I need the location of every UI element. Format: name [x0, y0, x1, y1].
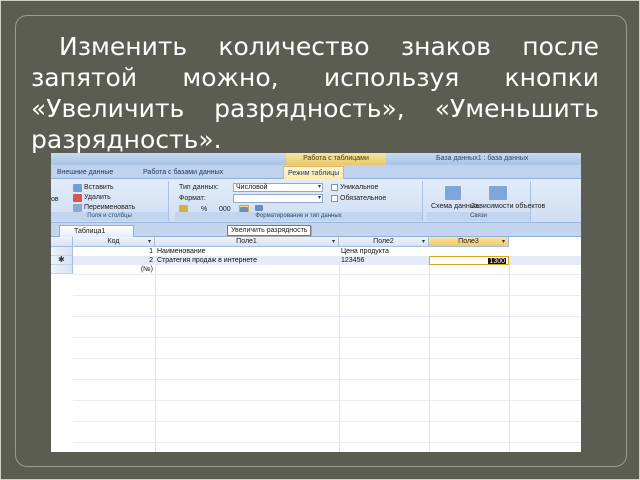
table-icon: [489, 186, 507, 200]
chevron-down-icon: ▾: [501, 239, 505, 245]
rename-icon: [73, 203, 82, 212]
grid-line: [73, 421, 581, 422]
cell-id[interactable]: 2: [73, 256, 155, 265]
doc-tab-table1[interactable]: Таблица1: [59, 225, 134, 237]
fields-group-label: Поля и столбцы: [51, 212, 168, 221]
document-tabs: Таблица1: [51, 223, 581, 237]
cell-new-id[interactable]: (№): [73, 265, 155, 274]
insert-label: Вставить: [84, 184, 114, 191]
relations-group-label: Связи: [427, 212, 530, 221]
grid-line: [73, 316, 581, 317]
chevron-down-icon: ▾: [421, 239, 425, 245]
datasheet-grid: Код ▾ Поле1 ▾ Поле2 ▾ Поле3 ▾ 1 Наименов…: [51, 237, 581, 452]
delete-column-button[interactable]: Удалить: [73, 193, 111, 202]
delete-label: Удалить: [84, 194, 111, 201]
grid-line: [73, 337, 581, 338]
column-header-label: Поле3: [458, 238, 479, 245]
datatype-value: Числовой: [236, 184, 268, 191]
rename-column-button[interactable]: Переименовать: [73, 203, 135, 212]
chevron-down-icon: ▾: [317, 184, 321, 190]
column-header-label: Поле2: [373, 238, 394, 245]
cell-pole2[interactable]: Цена продукта: [339, 247, 429, 256]
cell-pole1[interactable]: Стратегия продаж в интернете: [155, 256, 339, 265]
grid-line: [73, 442, 581, 443]
grid-line: [73, 400, 581, 401]
column-header-pole1[interactable]: Поле1 ▾: [155, 237, 339, 247]
schema-icon: [445, 186, 461, 200]
selected-value: 1300: [488, 258, 506, 265]
dependencies-button[interactable]: [483, 183, 513, 203]
format-label: Формат:: [179, 195, 206, 202]
formatting-group-label: Форматирование и тип данных: [175, 212, 422, 221]
tooltip: Увеличить разрядность: [227, 225, 312, 236]
chevron-down-icon: ▾: [147, 239, 151, 245]
column-header-pole3[interactable]: Поле3 ▾: [429, 237, 509, 247]
rename-label: Переименовать: [84, 204, 136, 211]
column-header-id[interactable]: Код ▾: [73, 237, 155, 247]
context-tab-group: Работа с таблицами: [286, 153, 386, 165]
insert-column-button[interactable]: Вставить: [73, 183, 114, 192]
checkbox-icon: [331, 195, 338, 202]
title-bar: Работа с таблицами База данных1 : база д…: [51, 153, 581, 165]
database-title: База данных1 : база данных: [436, 155, 529, 162]
cell-pole1[interactable]: Наименование: [155, 247, 339, 256]
chevron-down-icon: ▾: [317, 195, 321, 201]
cell-pole2[interactable]: 123456: [339, 256, 429, 265]
new-record-icon: ✱: [58, 255, 65, 264]
cell-pole3-editing[interactable]: 1300: [429, 256, 509, 265]
ribbon-partial-label: ов: [51, 196, 59, 203]
insert-icon: [73, 183, 82, 192]
column-header-pole2[interactable]: Поле2 ▾: [339, 237, 429, 247]
unique-label: Уникальное: [340, 184, 379, 191]
ribbon-group-formatting: Тип данных: Числовой ▾ Формат: ▾ % 000 У…: [175, 181, 423, 221]
tab-database-tools[interactable]: Работа с базами данных: [139, 166, 227, 179]
tab-external-data[interactable]: Внешние данные: [53, 166, 117, 179]
grid-line: [73, 295, 581, 296]
chevron-down-icon: ▾: [331, 239, 335, 245]
datatype-select[interactable]: Числовой ▾: [233, 183, 323, 192]
column-header-label: Поле1: [236, 238, 257, 245]
checkbox-icon: [331, 184, 338, 191]
required-checkbox[interactable]: Обязательное: [331, 194, 386, 203]
ribbon-tabs: Внешние данные Работа с базами данных Ре…: [51, 165, 581, 179]
slide-background: Изменить количество знаков после запятой…: [0, 0, 640, 480]
select-all-corner[interactable]: [51, 237, 73, 247]
unique-checkbox[interactable]: Уникальное: [331, 183, 378, 192]
column-header-label: Код: [107, 238, 120, 245]
format-select[interactable]: ▾: [233, 194, 323, 203]
cell-id[interactable]: 1: [73, 247, 155, 256]
delete-icon: [73, 193, 82, 202]
dependencies-label: Зависимости объектов: [471, 203, 546, 210]
ribbon-group-fields: ов Вставить Удалить Переименовать Поля и…: [51, 181, 169, 221]
decrease-decimals-icon: [255, 205, 263, 211]
tab-datasheet[interactable]: Режим таблицы: [283, 166, 345, 179]
ribbon-group-relations: Схема данных Зависимости объектов Связи: [427, 181, 545, 221]
row-selector[interactable]: [51, 265, 73, 274]
grid-line: [73, 379, 581, 380]
slide-caption: Изменить количество знаков после запятой…: [31, 32, 599, 154]
ribbon: ов Вставить Удалить Переименовать Поля и…: [51, 179, 581, 223]
grid-line: [73, 274, 581, 275]
cell-pole3[interactable]: [429, 247, 509, 256]
required-label: Обязательное: [340, 195, 387, 202]
access-screenshot: Работа с таблицами База данных1 : база д…: [51, 153, 581, 452]
grid-line: [73, 358, 581, 359]
datatype-label: Тип данных:: [179, 184, 219, 191]
decrease-decimals-button[interactable]: [255, 205, 263, 211]
schema-button[interactable]: [437, 183, 469, 203]
